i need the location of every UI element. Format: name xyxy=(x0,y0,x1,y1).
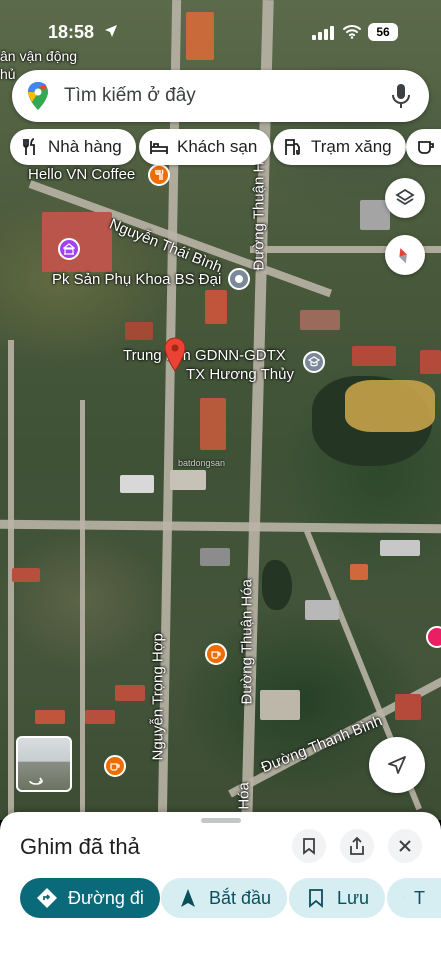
road-label-thuan-hoa-mid: Đường Thuận Hóa xyxy=(238,578,256,705)
chip-label: Trạm xăng xyxy=(311,137,392,156)
save-button[interactable]: Lưu xyxy=(289,878,386,918)
bookmark-icon xyxy=(303,838,315,855)
directions-label: Đường đi xyxy=(68,887,144,908)
chip-restaurants[interactable]: Nhà hàng xyxy=(10,129,136,165)
label-stadium-2: hủ xyxy=(0,66,16,82)
gas-station-icon xyxy=(285,139,300,155)
flag-icon xyxy=(403,897,404,899)
watermark-text: batdongsan xyxy=(178,458,226,468)
chip-hotels[interactable]: Khách sạn xyxy=(139,129,272,165)
maps-logo-icon xyxy=(28,82,48,110)
battery-badge: 56 xyxy=(368,23,398,41)
share-icon xyxy=(350,836,364,855)
building xyxy=(300,310,340,330)
coffee-icon xyxy=(418,141,434,154)
label-center-line1[interactable]: Trung tâm GDNN-GDTX xyxy=(123,347,286,364)
building xyxy=(115,685,145,701)
building xyxy=(85,710,115,724)
building xyxy=(120,475,154,493)
road-label-nguyen-trong-hop: Nguyễn Trọng Hợp xyxy=(149,633,167,761)
building xyxy=(380,540,420,556)
label-center-line2[interactable]: TX Hương Thủy xyxy=(186,366,294,383)
save-bookmark-button[interactable] xyxy=(292,829,326,863)
share-button[interactable] xyxy=(340,829,374,863)
building xyxy=(205,290,227,324)
coffee-poi-3-icon[interactable] xyxy=(104,755,126,777)
layers-button[interactable] xyxy=(385,178,425,218)
compass-icon xyxy=(399,248,407,264)
layers-icon xyxy=(395,188,415,206)
building xyxy=(350,564,368,580)
satellite-map[interactable]: Nguyễn Thái Bình Đường Thuận Hóa Đường T… xyxy=(0,0,441,831)
close-icon xyxy=(399,840,411,852)
chip-coffee-partial[interactable] xyxy=(406,129,441,165)
chip-gas-stations[interactable]: Trạm xăng xyxy=(273,129,406,165)
chip-label: Nhà hàng xyxy=(48,137,122,156)
building xyxy=(35,710,65,724)
navigation-arrow-icon xyxy=(181,889,195,907)
shop-poi-icon[interactable] xyxy=(426,626,441,648)
restaurant-icon xyxy=(23,138,35,155)
landmark-poi-icon[interactable] xyxy=(58,238,80,260)
location-arrow-icon xyxy=(105,25,117,37)
building xyxy=(200,398,226,450)
bottom-sheet[interactable]: Ghim đã thả Đường đi Bắt đầu Lưu T xyxy=(0,812,441,960)
street-view-rotate-icon xyxy=(29,777,44,785)
road-west2 xyxy=(80,400,85,820)
my-location-button[interactable] xyxy=(369,737,425,793)
start-label: Bắt đầu xyxy=(209,887,272,908)
sheet-title: Ghim đã thả xyxy=(20,834,140,859)
save-label: Lưu xyxy=(337,887,370,908)
label-label: T xyxy=(414,887,425,908)
status-bar: 18:58 56 xyxy=(0,0,441,64)
dropped-pin-icon[interactable] xyxy=(163,337,187,373)
label-hello-vn-coffee[interactable]: Hello VN Coffee xyxy=(28,166,135,183)
compass-button[interactable] xyxy=(385,235,425,275)
road-label-thanh-binh: Đường Thanh Bình xyxy=(258,712,385,777)
directions-icon xyxy=(37,888,57,908)
building xyxy=(125,322,153,340)
building xyxy=(170,470,206,490)
hotel-icon xyxy=(150,141,168,154)
bookmark-icon xyxy=(309,889,323,908)
search-input[interactable]: Tìm kiếm ở đây xyxy=(64,85,391,107)
screen: Nguyễn Thái Bình Đường Thuận Hóa Đường T… xyxy=(0,0,441,960)
microphone-icon[interactable] xyxy=(391,82,411,110)
chip-label: Khách sạn xyxy=(177,137,258,156)
navigation-arrow-icon xyxy=(388,756,406,774)
road-cross-mid xyxy=(0,519,441,534)
building xyxy=(260,690,300,720)
building xyxy=(200,548,230,566)
building xyxy=(352,346,396,366)
building xyxy=(305,600,339,620)
search-bar[interactable]: Tìm kiếm ở đây xyxy=(12,70,429,122)
label-button[interactable]: T xyxy=(387,878,441,918)
start-button[interactable]: Bắt đầu xyxy=(161,878,288,918)
close-button[interactable] xyxy=(388,829,422,863)
building xyxy=(12,568,40,582)
coffee-poi-icon[interactable] xyxy=(148,164,170,186)
drag-handle[interactable] xyxy=(201,818,241,823)
street-view-thumbnail[interactable] xyxy=(16,736,72,792)
school-poi-icon[interactable] xyxy=(303,351,325,373)
coffee-poi-2-icon[interactable] xyxy=(205,643,227,665)
signal-icon xyxy=(312,24,334,40)
sand-area xyxy=(345,380,435,432)
wifi-icon xyxy=(343,25,361,39)
clinic-poi-icon[interactable] xyxy=(228,268,250,290)
directions-button[interactable]: Đường đi xyxy=(20,878,160,918)
building xyxy=(420,350,441,374)
building xyxy=(395,694,421,720)
clock: 18:58 xyxy=(48,22,95,42)
pond-small xyxy=(262,560,292,610)
label-clinic[interactable]: Pk Sản Phụ Khoa BS Đại xyxy=(52,271,221,288)
